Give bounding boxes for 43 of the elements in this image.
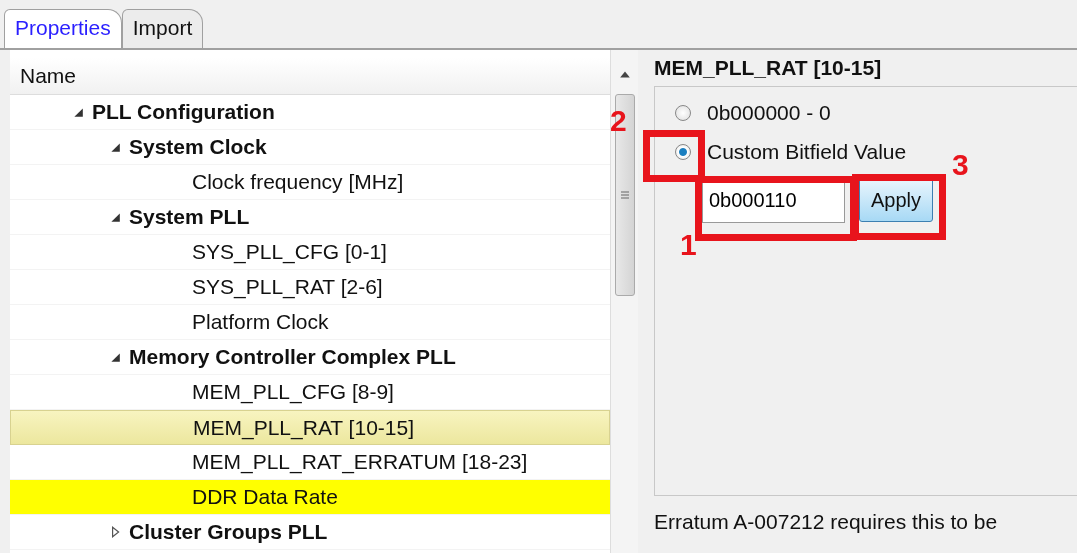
tree-row[interactable]: SYS_PLL_RAT [2-6] bbox=[10, 270, 610, 305]
step-number: 3 bbox=[952, 150, 969, 180]
tree-row[interactable]: Clock frequency [MHz] bbox=[10, 165, 610, 200]
tree-group[interactable]: Memory Controller Complex PLL bbox=[129, 345, 456, 369]
property-title: MEM_PLL_RAT [10-15] bbox=[654, 56, 883, 81]
tree-row[interactable]: MEM_PLL_RAT [10-15] bbox=[10, 410, 610, 445]
radio-button[interactable] bbox=[675, 105, 691, 121]
tree-row[interactable]: Platform Clock bbox=[10, 305, 610, 340]
apply-button[interactable]: Apply bbox=[859, 178, 933, 222]
tree-item[interactable]: SYS_PLL_CFG [0-1] bbox=[192, 240, 387, 264]
tree-row[interactable]: PLL Configuration bbox=[10, 95, 610, 130]
tree-row[interactable]: System Clock bbox=[10, 130, 610, 165]
radio-label[interactable]: Custom Bitfield Value bbox=[707, 140, 907, 164]
expanded-triangle-icon[interactable] bbox=[109, 211, 121, 223]
tree-item[interactable]: Platform Clock bbox=[192, 310, 329, 334]
tree-item[interactable]: SYS_PLL_RAT [2-6] bbox=[192, 275, 383, 299]
tree-item[interactable]: MEM_PLL_CFG [8-9] bbox=[192, 380, 394, 404]
tab[interactable]: Import bbox=[121, 9, 204, 48]
radio-label[interactable]: 0b000000 - 0 bbox=[707, 101, 831, 125]
expanded-triangle-icon[interactable] bbox=[109, 141, 121, 153]
radio-button[interactable] bbox=[675, 144, 691, 160]
tree-item[interactable]: DDR Data Rate bbox=[192, 485, 338, 509]
expanded-triangle-icon[interactable] bbox=[109, 351, 121, 363]
scrollbar[interactable] bbox=[610, 50, 638, 553]
tree-group[interactable]: System Clock bbox=[129, 135, 267, 159]
tab[interactable]: Properties bbox=[4, 9, 122, 48]
tree-item[interactable]: Clock frequency [MHz] bbox=[192, 170, 404, 194]
tree-group[interactable]: PLL Configuration bbox=[92, 100, 275, 124]
expanded-triangle-icon[interactable] bbox=[72, 106, 84, 118]
tree-group[interactable]: Cluster Groups PLL bbox=[129, 520, 328, 544]
tree-row[interactable]: SYS_PLL_CFG [0-1] bbox=[10, 235, 610, 270]
tree-row[interactable]: Memory Controller Complex PLL bbox=[10, 340, 610, 375]
tree-group[interactable]: System PLL bbox=[129, 205, 250, 229]
note-text: Erratum A-007212 requires this to be bbox=[654, 510, 999, 534]
collapsed-triangle-icon[interactable] bbox=[109, 526, 121, 538]
tree-item[interactable]: MEM_PLL_RAT [10-15] bbox=[193, 415, 414, 440]
tree-row[interactable]: DDR Data Rate bbox=[10, 480, 610, 515]
step-number: 2 bbox=[610, 106, 627, 136]
tree-row[interactable]: Cluster Groups PLL bbox=[10, 515, 610, 550]
step-number: 1 bbox=[680, 230, 697, 260]
tree-item[interactable]: MEM_PLL_RAT_ERRATUM [18-23] bbox=[192, 450, 528, 474]
scroll-up-icon[interactable] bbox=[618, 70, 631, 78]
tree-row[interactable]: System PLL bbox=[10, 200, 610, 235]
